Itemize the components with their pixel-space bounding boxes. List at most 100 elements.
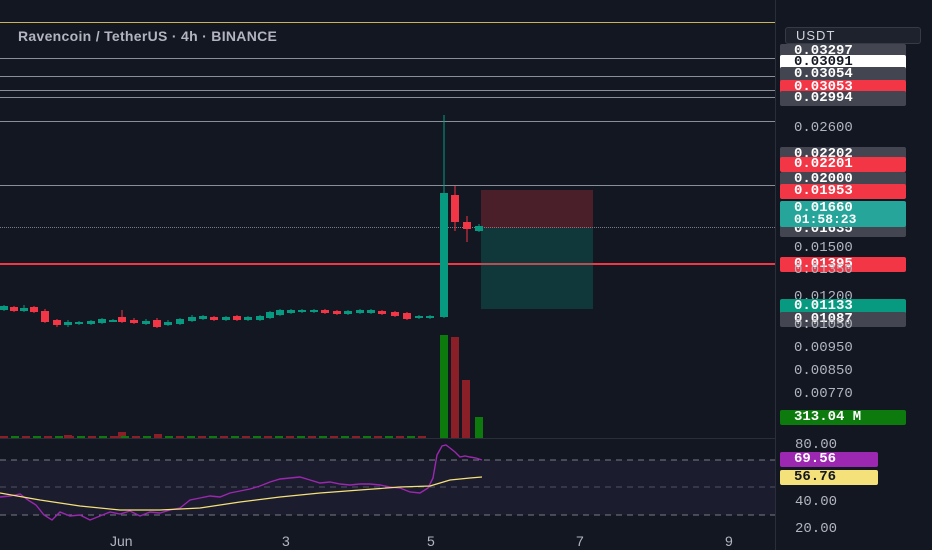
position-stop-zone (481, 190, 593, 228)
candle-body (109, 320, 117, 322)
volume-bar (352, 436, 360, 438)
volume-bar (242, 436, 250, 438)
price-label: 0.00850 (794, 363, 853, 379)
volume-bar (154, 436, 162, 438)
volume-bar (0, 436, 8, 438)
volume-bars (0, 335, 483, 438)
candle-body (276, 310, 284, 315)
volume-bar (231, 436, 239, 438)
volume-bar (297, 436, 305, 438)
volume-bar (341, 436, 349, 438)
volume-bar (187, 436, 195, 438)
candle-body (367, 310, 375, 313)
candle-body (199, 316, 207, 319)
volume-bar (374, 436, 382, 438)
time-label-5: 5 (427, 533, 435, 549)
volume-bar (121, 436, 129, 438)
volume-bar (77, 436, 85, 438)
volume-bar (330, 436, 338, 438)
chart-area[interactable]: Ravencoin / TetherUS · 4h · BINANCE USDT… (0, 0, 932, 550)
rsi-level-20: 20.00 (795, 521, 838, 537)
volume-bar (209, 436, 217, 438)
candle-body (403, 313, 411, 319)
candle-body (142, 321, 150, 324)
price-label: 0.01050 (794, 317, 853, 333)
volume-bar (11, 436, 19, 438)
volume-bar (440, 335, 448, 438)
candle-body (287, 310, 295, 313)
price-label: 0.00950 (794, 340, 853, 356)
volume-bar (176, 436, 184, 438)
candle-body (0, 306, 8, 310)
price-label: 0.02600 (794, 120, 853, 136)
volume-bar (363, 436, 371, 438)
volume-bar (165, 436, 173, 438)
candle-body (75, 322, 83, 324)
volume-bar (286, 436, 294, 438)
candle-body (244, 317, 252, 320)
volume-bar (396, 436, 404, 438)
candlesticks (0, 115, 483, 328)
candle-body (118, 317, 126, 322)
candle-body (87, 321, 95, 324)
volume-bar (319, 436, 327, 438)
candle-body (53, 320, 61, 325)
volume-bar (132, 436, 140, 438)
currency-selector[interactable]: USDT (785, 27, 921, 44)
candle-body (391, 312, 399, 316)
candle-body (41, 311, 49, 322)
volume-label: 313.04 M (780, 410, 906, 425)
volume-bar (22, 436, 30, 438)
candle-body (426, 316, 434, 318)
volume-bar (253, 436, 261, 438)
candle-body (98, 319, 106, 323)
price-axis-separator (775, 0, 776, 550)
volume-bar (44, 436, 52, 438)
candle-body (266, 312, 274, 318)
candle-body (451, 195, 459, 222)
candle-body (222, 317, 230, 320)
candle-body (440, 193, 448, 317)
volume-bar (33, 436, 41, 438)
candle-body (30, 307, 38, 312)
volume-bar (462, 380, 470, 438)
volume-bar (99, 436, 107, 438)
candle-body (210, 317, 218, 320)
volume-bar (110, 436, 118, 438)
position-target-zone (481, 228, 593, 309)
volume-bar (385, 436, 393, 438)
volume-bar (275, 436, 283, 438)
candle-body (415, 316, 423, 318)
price-label: 0.01500 (794, 240, 853, 256)
time-label-jun: Jun (110, 533, 133, 549)
time-label-7: 7 (576, 533, 584, 549)
price-label: 0.00770 (794, 386, 853, 402)
price-label: 0.01953 (780, 184, 906, 199)
bar-countdown: 01:58:23 (794, 212, 857, 227)
time-label-9: 9 (725, 533, 733, 549)
candle-body (176, 319, 184, 324)
volume-bar (88, 436, 96, 438)
candle-body (344, 311, 352, 314)
current-price-label: 0.01660 01:58:23 (780, 201, 906, 227)
candle-body (298, 310, 306, 312)
candle-body (321, 310, 329, 313)
candle-body (356, 310, 364, 313)
volume-bar (264, 436, 272, 438)
candle-body (164, 322, 172, 325)
candle-body (188, 317, 196, 321)
candle-body (233, 316, 241, 320)
candle-body (378, 311, 386, 314)
price-label: 0.02201 (780, 157, 906, 172)
volume-bar (308, 436, 316, 438)
volume-bar (143, 436, 151, 438)
rsi-ma-value-label: 56.76 (780, 470, 878, 485)
time-label-3: 3 (282, 533, 290, 549)
candle-body (153, 320, 161, 327)
rsi-level-40: 40.00 (795, 494, 838, 510)
candle-body (333, 311, 341, 314)
rsi-value-label: 69.56 (780, 452, 878, 467)
volume-bar (475, 417, 483, 438)
candle-body (256, 316, 264, 320)
candle-body (64, 322, 72, 325)
